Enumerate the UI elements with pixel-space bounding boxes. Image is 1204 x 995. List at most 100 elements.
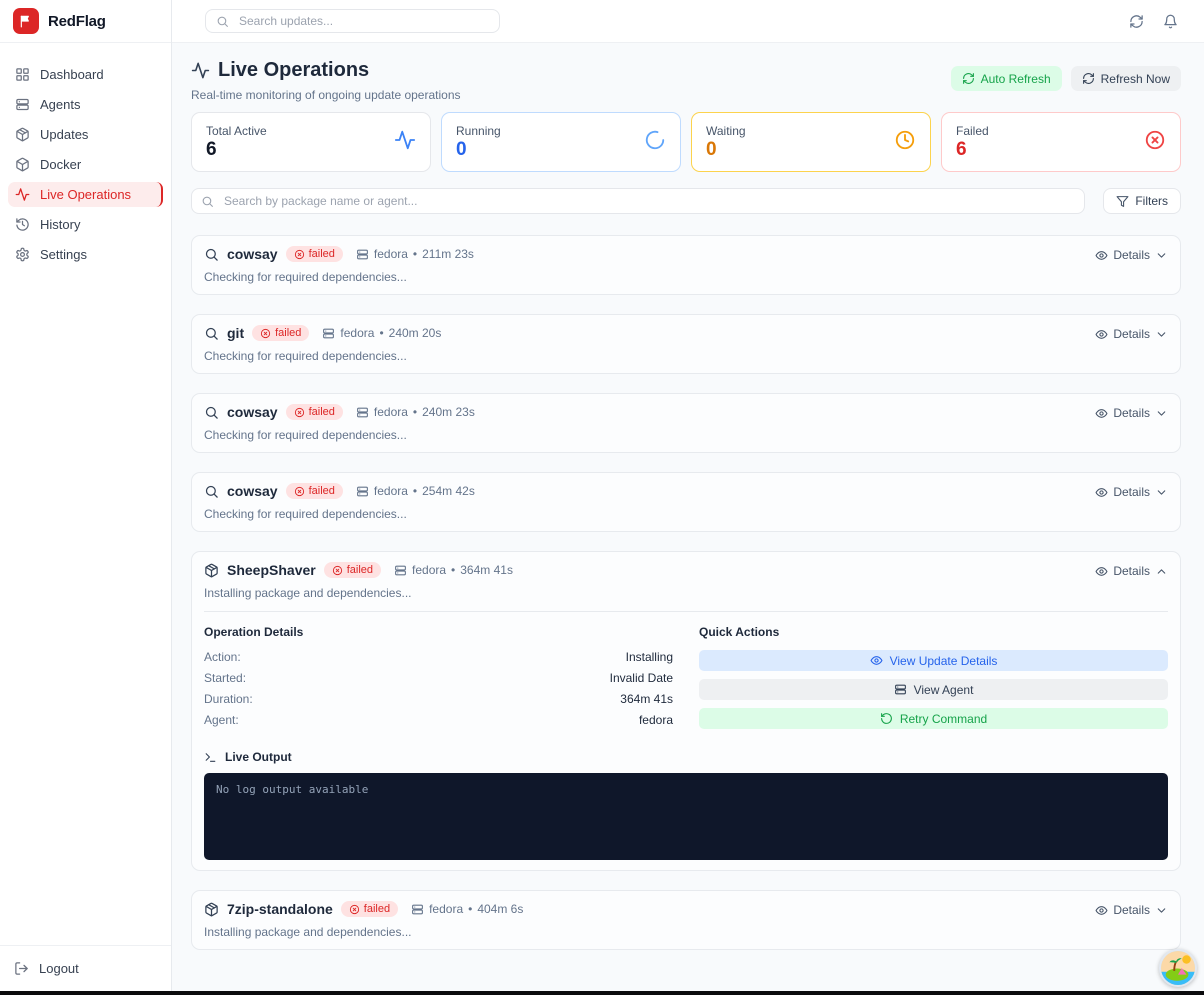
main-area: Live Operations Real-time monitoring of … [172, 0, 1204, 991]
view-agent-button[interactable]: View Agent [699, 679, 1168, 700]
package-icon [204, 902, 219, 917]
quick-actions-section: Quick Actions View Update Details View A… [699, 625, 1168, 737]
operation-name: SheepShaver [227, 562, 316, 578]
package-icon [204, 563, 219, 578]
sidebar-item-settings[interactable]: Settings [8, 242, 163, 267]
details-toggle-button[interactable]: Details [1095, 327, 1168, 341]
details-toggle-button[interactable]: Details [1095, 564, 1168, 578]
sidebar-item-history[interactable]: History [8, 212, 163, 237]
operation-meta: fedora • 240m 20s [322, 326, 441, 340]
stat-label: Total Active [206, 124, 267, 138]
agent-icon [356, 485, 369, 498]
sidebar-item-updates[interactable]: Updates [8, 122, 163, 147]
sidebar-item-live-operations[interactable]: Live Operations [8, 182, 163, 207]
bell-icon[interactable] [1163, 14, 1178, 29]
settings-icon [15, 247, 30, 262]
refresh-icon[interactable] [1129, 14, 1144, 29]
eye-icon [1095, 407, 1108, 420]
sidebar-item-dashboard[interactable]: Dashboard [8, 62, 163, 87]
details-toggle-button[interactable]: Details [1095, 903, 1168, 917]
global-search-input[interactable] [237, 13, 489, 29]
details-toggle-button[interactable]: Details [1095, 248, 1168, 262]
operation-card-7zip-standalone: 7zip-standalone failed fedora • 404m 6s … [191, 890, 1181, 950]
stats-row: Total Active 6 Running 0 Waiting 0 Faile… [191, 112, 1181, 172]
operation-meta: fedora • 254m 42s [356, 484, 475, 498]
app-title: RedFlag [48, 13, 106, 30]
sidebar-nav: Dashboard Agents Updates Docker Live Ope… [0, 43, 171, 945]
page-title: Live Operations [191, 59, 461, 82]
stat-label: Running [456, 124, 501, 138]
detail-label: Agent: [204, 713, 239, 727]
detail-row: Duration: 364m 41s [204, 692, 673, 706]
logout-button[interactable]: Logout [0, 945, 171, 991]
topbar [172, 0, 1204, 43]
detail-value: 364m 41s [620, 692, 673, 706]
auto-refresh-button[interactable]: Auto Refresh [951, 66, 1062, 91]
details-toggle-button[interactable]: Details [1095, 485, 1168, 499]
x-circle-icon [332, 565, 343, 576]
eye-icon [1095, 486, 1108, 499]
clock-icon [894, 129, 916, 151]
operation-message: Checking for required dependencies... [204, 349, 441, 363]
stat-card-failed: Failed 6 [941, 112, 1181, 172]
search-icon [204, 326, 219, 341]
filter-row: Filters [191, 188, 1181, 214]
operation-card-cowsay: cowsay failed fedora • 211m 23s Checking… [191, 235, 1181, 295]
stat-card-running: Running 0 [441, 112, 681, 172]
view-update-details-button[interactable]: View Update Details [699, 650, 1168, 671]
global-search[interactable] [205, 9, 500, 33]
live-output-terminal[interactable]: No log output available [204, 773, 1168, 860]
stat-value: 0 [456, 140, 501, 161]
operation-meta: fedora • 404m 6s [411, 902, 523, 916]
island-floating-button[interactable] [1159, 949, 1197, 987]
operation-details-title: Operation Details [204, 625, 673, 639]
detail-row: Agent: fedora [204, 713, 673, 727]
details-toggle-button[interactable]: Details [1095, 406, 1168, 420]
eye-icon [870, 654, 883, 667]
box-icon [15, 157, 30, 172]
operation-card-cowsay: cowsay failed fedora • 254m 42s Checking… [191, 472, 1181, 532]
live-output-title: Live Output [225, 750, 292, 764]
detail-row: Action: Installing [204, 650, 673, 664]
operations-search-input[interactable] [222, 193, 1075, 209]
retry-command-button[interactable]: Retry Command [699, 708, 1168, 729]
search-icon [204, 405, 219, 420]
logout-label: Logout [39, 961, 79, 976]
x-circle-icon [1144, 129, 1166, 151]
sidebar-item-label: Agents [40, 97, 80, 112]
operations-search[interactable] [191, 188, 1085, 214]
operation-duration: 254m 42s [422, 484, 475, 498]
x-circle-icon [294, 249, 305, 260]
filters-button[interactable]: Filters [1103, 188, 1181, 214]
operation-duration: 240m 20s [389, 326, 442, 340]
loader-icon [644, 129, 666, 151]
status-badge: failed [341, 901, 398, 917]
operation-duration: 240m 23s [422, 405, 475, 419]
sidebar-item-label: Dashboard [40, 67, 104, 82]
server-icon [894, 683, 907, 696]
retry-icon [880, 712, 893, 725]
operation-message: Installing package and dependencies... [204, 925, 523, 939]
filter-icon [1116, 195, 1129, 208]
operation-card-cowsay: cowsay failed fedora • 240m 23s Checking… [191, 393, 1181, 453]
operation-name: cowsay [227, 246, 278, 262]
agent-name: fedora [374, 247, 408, 261]
sidebar-item-agents[interactable]: Agents [8, 92, 163, 117]
stat-value: 6 [206, 140, 267, 161]
live-output-header: Live Output [204, 750, 1168, 764]
logout-icon [14, 961, 29, 976]
activity-icon [191, 61, 210, 80]
chevron-down-icon [1155, 249, 1168, 262]
detail-value: Invalid Date [610, 671, 673, 685]
operation-name: cowsay [227, 404, 278, 420]
operation-card-git: git failed fedora • 240m 20s Checking fo… [191, 314, 1181, 374]
operation-duration: 364m 41s [460, 563, 513, 577]
agent-name: fedora [429, 902, 463, 916]
refresh-now-button[interactable]: Refresh Now [1071, 66, 1181, 91]
status-badge: failed [286, 246, 343, 262]
detail-value: fedora [639, 713, 673, 727]
page-header: Live Operations Real-time monitoring of … [191, 59, 1181, 102]
sidebar-item-docker[interactable]: Docker [8, 152, 163, 177]
app-logo: RedFlag [0, 0, 171, 43]
operation-message: Checking for required dependencies... [204, 507, 475, 521]
